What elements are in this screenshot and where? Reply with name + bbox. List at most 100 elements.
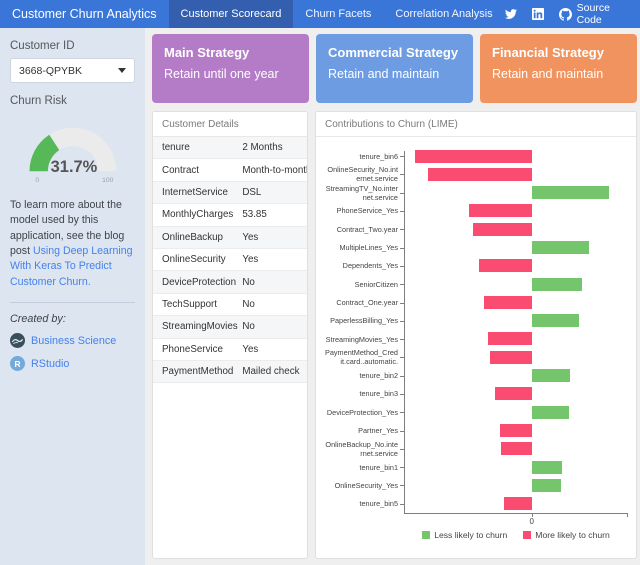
twitter-icon[interactable] xyxy=(505,8,517,20)
strategy-subtitle: Retain until one year xyxy=(164,67,297,81)
chart-track xyxy=(404,202,628,220)
chart-row-tenure-bin2: tenure_bin2 xyxy=(324,367,628,385)
chart-track xyxy=(404,330,628,348)
lime-chart-header: Contributions to Churn (LIME) xyxy=(316,112,636,137)
gauge-max-label: 100 xyxy=(102,177,114,184)
chart-bar xyxy=(532,186,609,199)
detail-value: DSL xyxy=(242,187,307,198)
customer-id-label: Customer ID xyxy=(10,40,135,52)
source-code-link[interactable]: Source Code xyxy=(559,2,626,26)
detail-value: Yes xyxy=(242,344,307,355)
detail-value: No xyxy=(242,321,307,332)
chart-y-label: tenure_bin2 xyxy=(324,371,404,380)
chart-bar xyxy=(488,332,532,345)
chart-bar xyxy=(532,314,579,327)
strategy-title: Financial Strategy xyxy=(492,45,625,60)
detail-key: StreamingMovies xyxy=(153,321,242,332)
chart-legend: Less likely to churn More likely to churn xyxy=(404,530,628,540)
chart-y-label: StreamingTV_No.internet.service xyxy=(324,184,404,202)
detail-key: tenure xyxy=(153,142,242,153)
legend-item-less-likely-to-churn: Less likely to churn xyxy=(422,530,507,540)
detail-key: Contract xyxy=(153,165,242,176)
chart-y-label: OnlineBackup_No.internet.service xyxy=(324,440,404,458)
chart-row-streamingtv-no-internet-service: StreamingTV_No.internet.service xyxy=(324,184,628,202)
sidebar-divider xyxy=(10,302,135,303)
chart-y-label: PhoneService_Yes xyxy=(324,206,404,215)
chart-y-label: StreamingMovies_Yes xyxy=(324,335,404,344)
table-row: StreamingMoviesNo xyxy=(153,316,307,338)
chart-bar xyxy=(473,223,532,236)
table-row: PaymentMethodMailed check xyxy=(153,361,307,383)
strategy-card-financial-strategy: Financial Strategy Retain and maintain xyxy=(480,34,637,103)
strategy-card-main-strategy: Main Strategy Retain until one year xyxy=(152,34,309,103)
chart-y-label: tenure_bin3 xyxy=(324,389,404,398)
chart-bar xyxy=(532,278,582,291)
chart-bar xyxy=(479,259,532,272)
lime-chart: tenure_bin6OnlineSecurity_No.internet.se… xyxy=(316,137,636,540)
detail-value: Mailed check xyxy=(242,366,307,377)
chart-track xyxy=(404,440,628,458)
chart-y-label: tenure_bin1 xyxy=(324,463,404,472)
strategy-subtitle: Retain and maintain xyxy=(492,67,625,81)
chart-bar xyxy=(532,461,562,474)
tab-customer-scorecard[interactable]: Customer Scorecard xyxy=(169,0,294,28)
chart-row-partner-yes: Partner_Yes xyxy=(324,421,628,439)
svg-text:R: R xyxy=(14,359,20,369)
chart-track xyxy=(404,293,628,311)
churn-risk-label: Churn Risk xyxy=(10,95,135,107)
chart-y-label: MultipleLines_Yes xyxy=(324,243,404,252)
chart-track xyxy=(404,312,628,330)
detail-value: Yes xyxy=(242,232,307,243)
business-science-icon xyxy=(10,333,25,348)
credit-business-science[interactable]: Business Science xyxy=(10,333,135,348)
table-row: MonthlyCharges53.85 xyxy=(153,204,307,226)
strategy-cards: Main StrategyRetain until one yearCommer… xyxy=(152,34,637,103)
tab-correlation-analysis[interactable]: Correlation Analysis xyxy=(383,0,504,28)
legend-item-more-likely-to-churn: More likely to churn xyxy=(523,530,610,540)
tab-churn-facets[interactable]: Churn Facets xyxy=(293,0,383,28)
chart-bar xyxy=(484,296,532,309)
credit-rstudio[interactable]: R RStudio xyxy=(10,356,135,371)
chart-track xyxy=(404,257,628,275)
table-row: OnlineBackupYes xyxy=(153,227,307,249)
chart-bar xyxy=(490,351,532,364)
chart-bar xyxy=(532,406,569,419)
chart-bar xyxy=(469,204,532,217)
chart-row-multiplelines-yes: MultipleLines_Yes xyxy=(324,238,628,256)
chart-row-tenure-bin6: tenure_bin6 xyxy=(324,147,628,165)
linkedin-icon[interactable] xyxy=(532,8,544,20)
chart-bar xyxy=(500,424,532,437)
chart-track xyxy=(404,165,628,183)
detail-value: No xyxy=(242,277,307,288)
dropdown-caret-icon xyxy=(118,68,126,73)
customer-id-select[interactable]: 3668-QPYBK xyxy=(10,58,135,83)
nav-tabs: Customer ScorecardChurn FacetsCorrelatio… xyxy=(169,0,505,28)
customer-details-table: tenure2 MonthsContractMonth-to-monthInte… xyxy=(153,137,307,383)
chart-row-tenure-bin5: tenure_bin5 xyxy=(324,495,628,513)
chart-y-label: Dependents_Yes xyxy=(324,261,404,270)
churn-risk-gauge: 31.7% 0 100 xyxy=(15,113,131,188)
strategy-title: Main Strategy xyxy=(164,45,297,60)
chart-y-label: Contract_One.year xyxy=(324,298,404,307)
chart-y-label: PaymentMethod_Credit.card..automatic. xyxy=(324,348,404,366)
detail-key: OnlineSecurity xyxy=(153,254,242,265)
rstudio-icon: R xyxy=(10,356,25,371)
customer-details-header: Customer Details xyxy=(153,112,307,137)
strategy-subtitle: Retain and maintain xyxy=(328,67,461,81)
detail-key: OnlineBackup xyxy=(153,232,242,243)
chart-y-label: tenure_bin6 xyxy=(324,152,404,161)
chart-row-contract-one-year: Contract_One.year xyxy=(324,293,628,311)
chart-row-paymentmethod-credit-card-automatic: PaymentMethod_Credit.card..automatic. xyxy=(324,348,628,366)
chart-bar xyxy=(532,241,589,254)
chart-y-label: SeniorCitizen xyxy=(324,280,404,289)
legend-label: Less likely to churn xyxy=(434,530,507,540)
chart-track xyxy=(404,403,628,421)
table-row: tenure2 Months xyxy=(153,137,307,159)
table-row: ContractMonth-to-month xyxy=(153,159,307,181)
table-row: TechSupportNo xyxy=(153,294,307,316)
chart-track xyxy=(404,147,628,165)
chart-row-deviceprotection-yes: DeviceProtection_Yes xyxy=(324,403,628,421)
table-row: OnlineSecurityYes xyxy=(153,249,307,271)
github-icon xyxy=(559,8,572,21)
sidebar: Customer ID 3668-QPYBK Churn Risk 31.7% … xyxy=(0,28,145,565)
